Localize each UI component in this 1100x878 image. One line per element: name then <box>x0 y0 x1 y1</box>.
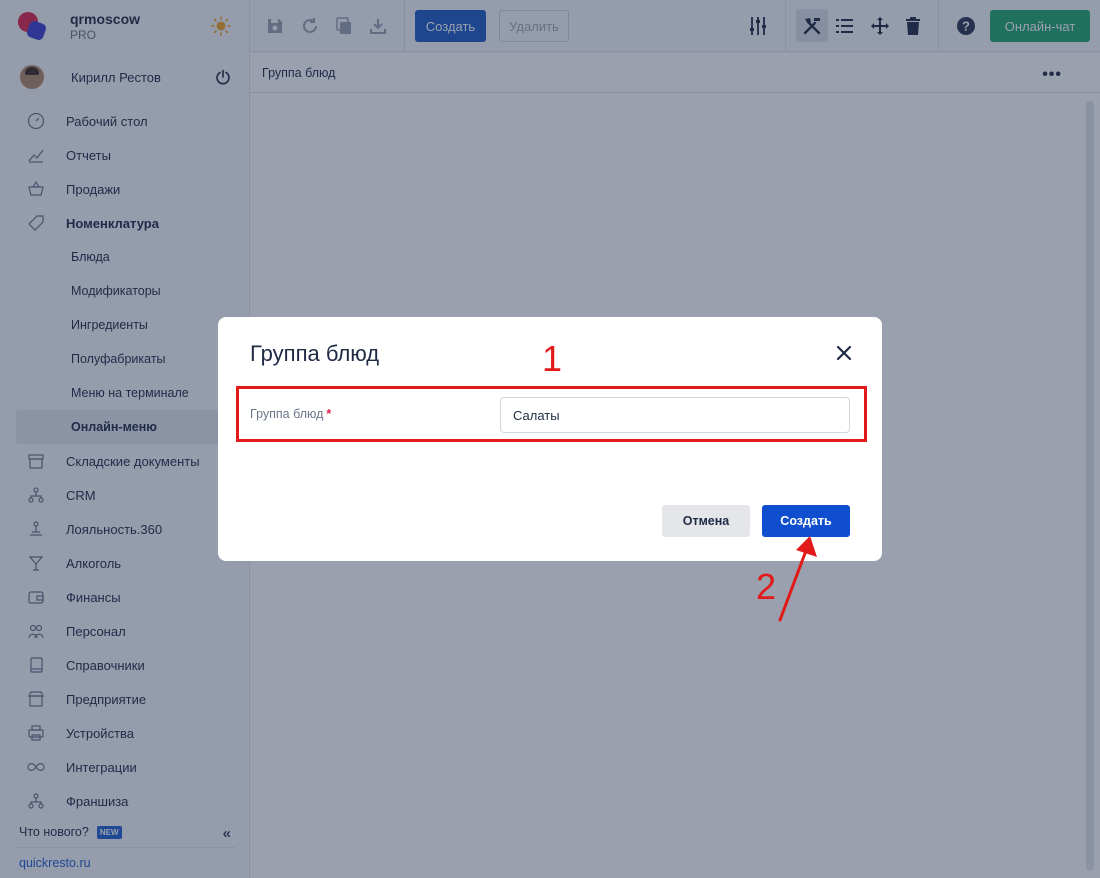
annotation-step-1: 1 <box>542 338 563 379</box>
close-icon[interactable] <box>836 345 852 361</box>
annotation-arrow <box>778 536 817 622</box>
annotation-highlight-box <box>236 386 867 442</box>
cancel-button[interactable]: Отмена <box>662 505 750 537</box>
dialog-title: Группа блюд <box>250 341 380 366</box>
